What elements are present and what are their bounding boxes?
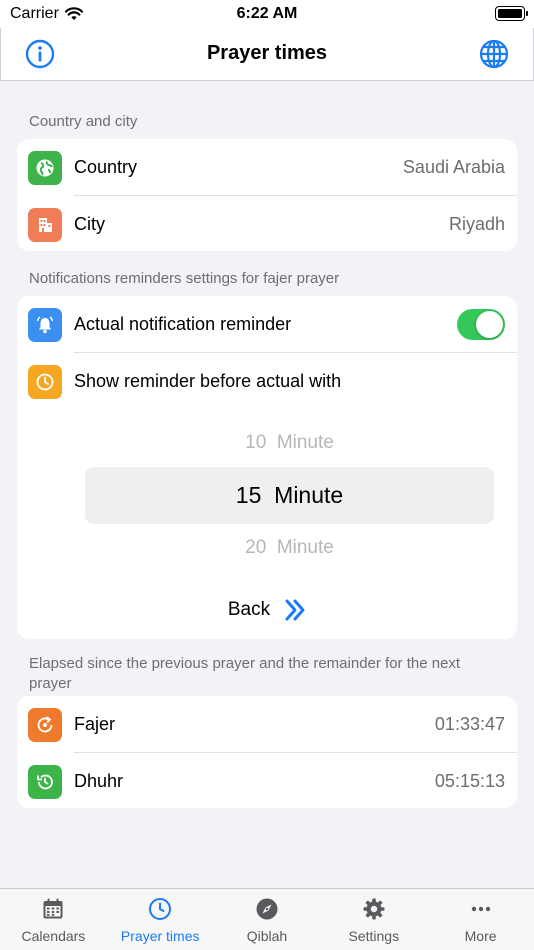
picker-option[interactable]: 20 Minute bbox=[85, 537, 494, 559]
country-row[interactable]: Country Saudi Arabia bbox=[17, 139, 517, 196]
city-row[interactable]: City Riyadh bbox=[17, 196, 517, 253]
history-icon bbox=[28, 765, 62, 799]
picker-option[interactable]: 10 Minute bbox=[85, 432, 494, 454]
actual-notification-toggle[interactable] bbox=[457, 309, 505, 340]
clock-icon bbox=[149, 898, 172, 920]
location-card: Country Saudi Arabia City Riyadh bbox=[17, 139, 517, 251]
city-value: Riyadh bbox=[448, 214, 505, 234]
tab-label: Qiblah bbox=[246, 928, 288, 944]
dhuhr-label: Dhuhr bbox=[74, 771, 124, 791]
clock-icon bbox=[28, 365, 62, 399]
building-icon bbox=[28, 208, 62, 242]
city-label: City bbox=[74, 214, 105, 234]
tab-settings[interactable]: Settings bbox=[320, 889, 427, 950]
picker-selected-option[interactable]: 15 Minute bbox=[85, 482, 494, 509]
country-label: Country bbox=[74, 157, 138, 177]
status-bar: Carrier 6:22 AM bbox=[0, 0, 534, 28]
elapsed-section-header: Elapsed since the previous prayer and th… bbox=[29, 655, 461, 692]
tab-prayer-times[interactable]: Prayer times bbox=[107, 889, 214, 950]
tab-label: Prayer times bbox=[120, 928, 200, 944]
back-button[interactable]: Back bbox=[17, 598, 517, 622]
double-chevron-right-icon bbox=[285, 599, 305, 621]
elapsed-card: Fajer 01:33:47 Dhuhr 05:15:13 bbox=[17, 696, 517, 808]
globe-icon bbox=[479, 39, 509, 69]
notifications-section-header: Notifications reminders settings for faj… bbox=[29, 270, 340, 287]
tab-qiblah[interactable]: Qiblah bbox=[214, 889, 321, 950]
globe-icon bbox=[28, 151, 62, 185]
tab-label: More bbox=[464, 928, 497, 944]
tab-more[interactable]: More bbox=[427, 889, 534, 950]
location-section-header: Country and city bbox=[29, 113, 138, 130]
status-time: 6:22 AM bbox=[236, 5, 298, 22]
page-title: Prayer times bbox=[206, 42, 328, 64]
language-button[interactable] bbox=[478, 38, 510, 70]
compass-icon bbox=[256, 898, 278, 920]
actual-notification-row: Actual notification reminder bbox=[17, 296, 517, 353]
more-icon bbox=[471, 906, 490, 912]
navigation-bar: Prayer times bbox=[0, 28, 534, 81]
fajer-value: 01:33:47 bbox=[434, 714, 505, 734]
reminder-before-label: Show reminder before actual with bbox=[74, 371, 342, 391]
battery-icon bbox=[495, 6, 528, 21]
dhuhr-row: Dhuhr 05:15:13 bbox=[17, 753, 517, 810]
countdown-icon bbox=[28, 708, 62, 742]
tab-label: Settings bbox=[348, 928, 400, 944]
fajer-label: Fajer bbox=[74, 714, 116, 734]
country-value: Saudi Arabia bbox=[402, 157, 505, 177]
reminder-before-row: Show reminder before actual with bbox=[17, 353, 517, 410]
dhuhr-value: 05:15:13 bbox=[434, 771, 505, 791]
calendar-icon bbox=[43, 898, 63, 919]
fajer-row: Fajer 01:33:47 bbox=[17, 696, 517, 753]
actual-notification-label: Actual notification reminder bbox=[74, 314, 292, 334]
tab-bar: Calendars Prayer times Qiblah Settings M… bbox=[0, 888, 534, 950]
bell-icon bbox=[28, 308, 62, 342]
back-label: Back bbox=[227, 599, 271, 620]
tab-label: Calendars bbox=[21, 928, 86, 944]
notifications-card: Actual notification reminder Show remind… bbox=[17, 296, 517, 639]
tab-calendars[interactable]: Calendars bbox=[0, 889, 107, 950]
gear-icon bbox=[363, 898, 385, 920]
